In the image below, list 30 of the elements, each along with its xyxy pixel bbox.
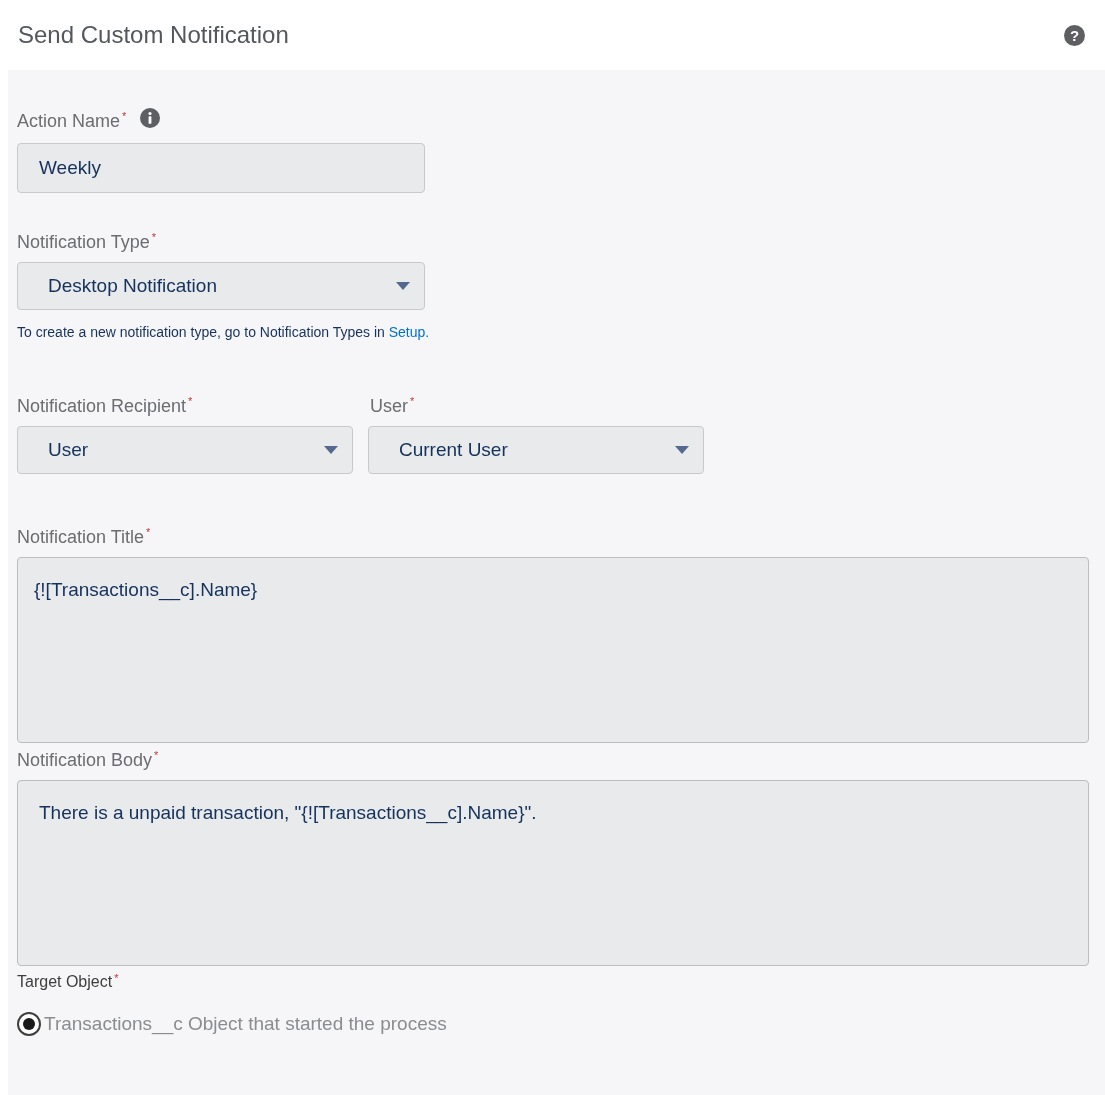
field-label: Notification Title [17, 526, 145, 549]
field-label: Notification Type [17, 231, 150, 254]
radio-button[interactable] [17, 1012, 41, 1037]
field-label: User [370, 395, 408, 418]
notification-title-field[interactable]: {![Transactions__c].Name} [17, 557, 1089, 743]
dropdown-field[interactable]: User [17, 426, 353, 474]
required-mark: * [410, 396, 415, 407]
caret-icon [396, 282, 410, 290]
help-icon[interactable]: ? [1064, 24, 1085, 46]
required-mark: * [151, 232, 157, 243]
caret-icon [675, 446, 689, 454]
dropdown-field[interactable]: Desktop Notification [17, 262, 425, 310]
field-label: Target Object [17, 972, 113, 992]
required-mark: * [188, 396, 193, 407]
field-label: Notification Recipient [17, 395, 187, 418]
field-label: Action Name [17, 110, 121, 133]
required-mark: * [114, 973, 119, 984]
required-mark: * [146, 527, 151, 538]
required-mark: * [154, 750, 159, 761]
notification-body-field[interactable]: There is a unpaid transaction, "{![Transactions__c].Name}". [17, 780, 1089, 966]
help-text: To create a new notification type, go to Notification Types in Setup. [17, 323, 431, 342]
field-label: Notification Body [17, 749, 153, 772]
info-icon[interactable] [140, 108, 161, 128]
action-name-field[interactable]: Weekly [17, 143, 425, 193]
setup-link[interactable]: Setup. [388, 324, 430, 340]
radio-label: Transactions__c Object that started the process [44, 1012, 447, 1037]
required-mark: * [122, 111, 127, 122]
dialog-title: Send Custom Notification [18, 20, 289, 50]
dropdown-field[interactable]: Current User [368, 426, 704, 474]
caret-icon [324, 446, 338, 454]
